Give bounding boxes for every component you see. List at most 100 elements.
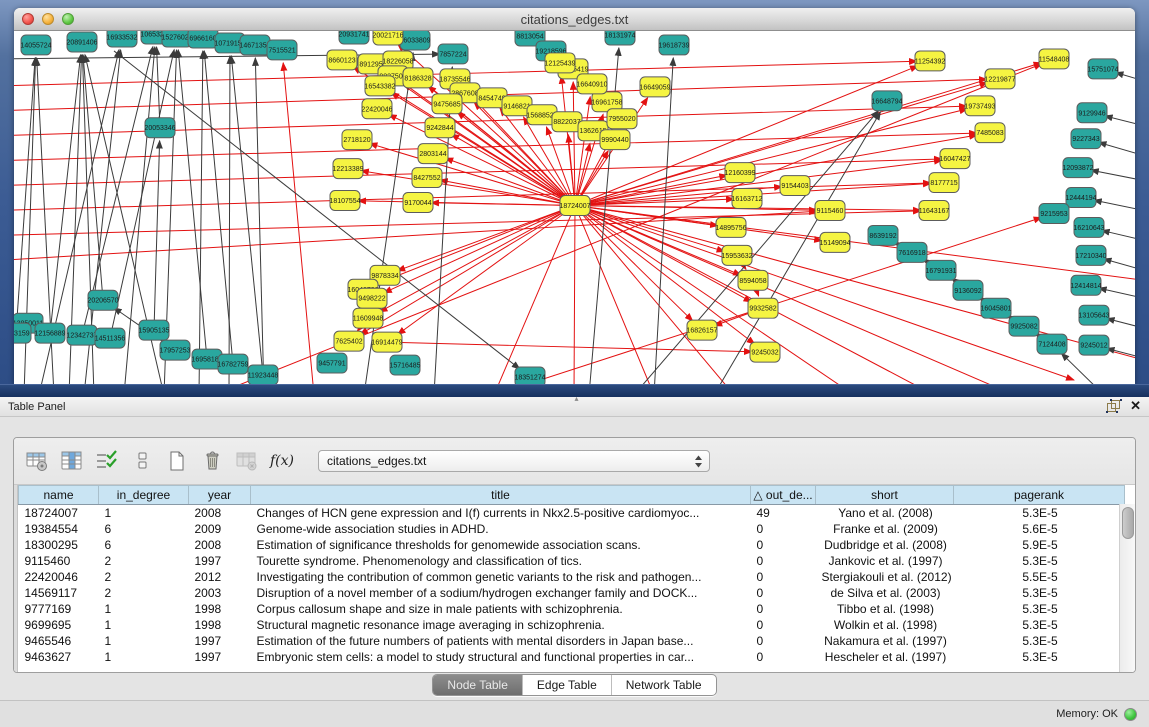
cell-out_de[interactable]: 49 <box>751 505 816 522</box>
cell-title[interactable]: Embryonic stem cells: a model to study s… <box>251 649 751 665</box>
graph-node[interactable]: 8660123 <box>327 50 357 70</box>
table-selector-dropdown[interactable]: citations_edges.txt <box>318 450 710 472</box>
graph-node[interactable]: 20891406 <box>66 32 97 52</box>
graph-node[interactable]: 18351274 <box>514 367 545 385</box>
graph-edge[interactable] <box>654 58 673 385</box>
graph-node[interactable]: 16933532 <box>106 31 137 47</box>
graph-node[interactable]: 3913159 <box>14 323 31 343</box>
graph-edge[interactable] <box>229 56 230 385</box>
graph-edge[interactable] <box>384 206 575 293</box>
graph-node[interactable]: 9990440 <box>600 130 630 150</box>
cell-pagerank[interactable]: 5.3E-5 <box>954 649 1125 665</box>
graph-edge[interactable] <box>387 342 752 352</box>
graph-node[interactable]: 9170044 <box>403 193 433 213</box>
graph-edge[interactable] <box>575 206 693 322</box>
graph-node[interactable]: 14511356 <box>95 328 126 348</box>
cell-short[interactable]: Wolkin et al. (1998) <box>816 617 954 633</box>
column-header-title[interactable]: title <box>251 486 751 505</box>
select-all-icon[interactable] <box>94 449 120 473</box>
graph-node[interactable]: 16648794 <box>871 91 902 111</box>
graph-node[interactable]: 15905135 <box>138 320 169 340</box>
graph-node[interactable]: 15716485 <box>389 355 420 375</box>
cell-out_de[interactable]: 0 <box>751 569 816 585</box>
network-window-titlebar[interactable]: citations_edges.txt <box>14 8 1135 31</box>
graph-node[interactable]: 14671358 <box>239 35 270 55</box>
table-row[interactable]: 969969511998Structural magnetic resonanc… <box>19 617 1125 633</box>
graph-edge[interactable] <box>14 211 921 236</box>
graph-edge[interactable] <box>255 58 264 385</box>
graph-node[interactable]: 12213389 <box>332 159 363 179</box>
row-height-icon[interactable] <box>129 449 155 473</box>
graph-node[interactable]: 7955020 <box>607 109 637 129</box>
cell-title[interactable]: Investigating the contribution of common… <box>251 569 751 585</box>
graph-node[interactable]: 9475685 <box>432 94 462 114</box>
column-header-short[interactable]: short <box>816 486 954 505</box>
table-scrollbar[interactable] <box>1119 504 1135 672</box>
graph-node[interactable]: 16163712 <box>731 189 762 209</box>
graph-edge[interactable] <box>575 206 854 385</box>
cell-title[interactable]: Estimation of the future numbers of pati… <box>251 633 751 649</box>
graph-edge[interactable] <box>1061 353 1104 385</box>
graph-edge[interactable] <box>110 50 174 338</box>
graph-node[interactable]: 18131974 <box>604 31 635 45</box>
tab-node-table[interactable]: Node Table <box>433 675 522 695</box>
graph-node[interactable]: 9457791 <box>317 353 347 373</box>
graph-node[interactable]: 13105643 <box>1078 305 1109 325</box>
graph-node[interactable]: 12219877 <box>984 69 1015 89</box>
cell-year[interactable]: 2009 <box>189 521 251 537</box>
cell-short[interactable]: Franke et al. (2009) <box>816 521 954 537</box>
column-header-name[interactable]: name <box>19 486 99 505</box>
graph-node[interactable]: 9498222 <box>357 288 387 308</box>
graph-node[interactable]: 16826157 <box>686 320 717 340</box>
graph-node[interactable]: 11643167 <box>919 201 950 221</box>
cell-pagerank[interactable]: 5.3E-5 <box>954 553 1125 569</box>
graph-node[interactable]: 12156889 <box>34 323 65 343</box>
cell-in_degree[interactable]: 1 <box>99 633 189 649</box>
cell-title[interactable]: Changes of HCN gene expression and I(f) … <box>251 505 751 522</box>
graph-node[interactable]: 16033809 <box>399 31 430 50</box>
graph-edge[interactable] <box>575 206 734 385</box>
network-canvas[interactable]: 1405572420891406169335321065328715276021… <box>14 31 1135 385</box>
cell-out_de[interactable]: 0 <box>751 633 816 649</box>
cell-year[interactable]: 1997 <box>189 553 251 569</box>
graph-node[interactable]: 17957253 <box>159 340 190 360</box>
graph-node[interactable]: 8427552 <box>412 168 442 188</box>
graph-node[interactable]: 16782759 <box>217 354 248 374</box>
graph-edge[interactable] <box>1107 318 1135 328</box>
graph-node[interactable]: 9129946 <box>1077 103 1107 123</box>
graph-node[interactable]: 8177715 <box>929 173 959 193</box>
graph-edge[interactable] <box>574 206 575 385</box>
cell-short[interactable]: Jankovic et al. (1997) <box>816 553 954 569</box>
cell-name[interactable]: 22420046 <box>19 569 99 585</box>
graph-edge[interactable] <box>434 67 452 385</box>
graph-node[interactable]: 16210643 <box>1073 217 1104 237</box>
graph-node[interactable]: 9115460 <box>815 201 845 221</box>
cell-pagerank[interactable]: 5.3E-5 <box>954 601 1125 617</box>
table-row[interactable]: 2242004622012Investigating the contribut… <box>19 569 1125 585</box>
graph-node[interactable]: 7485083 <box>975 123 1005 143</box>
graph-edge[interactable] <box>431 203 575 206</box>
column-header-out_de[interactable]: △ out_de... <box>751 486 816 505</box>
graph-node[interactable]: 16045801 <box>980 298 1011 318</box>
graph-edge[interactable] <box>1094 200 1135 210</box>
table-mode-icon[interactable] <box>24 449 50 473</box>
cell-in_degree[interactable]: 6 <box>99 521 189 537</box>
cell-year[interactable]: 1997 <box>189 649 251 665</box>
cell-pagerank[interactable]: 5.3E-5 <box>954 617 1125 633</box>
table-row[interactable]: 1830029562008Estimation of significance … <box>19 537 1125 553</box>
graph-node[interactable]: 11548408 <box>1039 49 1070 69</box>
network-graph[interactable]: 1405572420891406169335321065328715276021… <box>14 31 1135 385</box>
graph-node[interactable]: 2803144 <box>418 144 448 164</box>
graph-node[interactable]: 14055724 <box>20 35 51 55</box>
graph-node[interactable]: 7515521 <box>267 40 297 60</box>
cell-pagerank[interactable]: 5.9E-5 <box>954 537 1125 553</box>
graph-edge[interactable] <box>283 63 314 385</box>
graph-node[interactable]: 7625402 <box>334 331 364 351</box>
cell-title[interactable]: Tourette syndrome. Phenomenology and cla… <box>251 553 751 569</box>
cell-year[interactable]: 2012 <box>189 569 251 585</box>
graph-node[interactable]: 11609948 <box>353 308 384 328</box>
graph-node[interactable]: 15953632 <box>721 245 752 265</box>
graph-node[interactable]: 9136092 <box>953 280 983 300</box>
cell-pagerank[interactable]: 5.6E-5 <box>954 521 1125 537</box>
table-row[interactable]: 946362711997Embryonic stem cells: a mode… <box>19 649 1125 665</box>
